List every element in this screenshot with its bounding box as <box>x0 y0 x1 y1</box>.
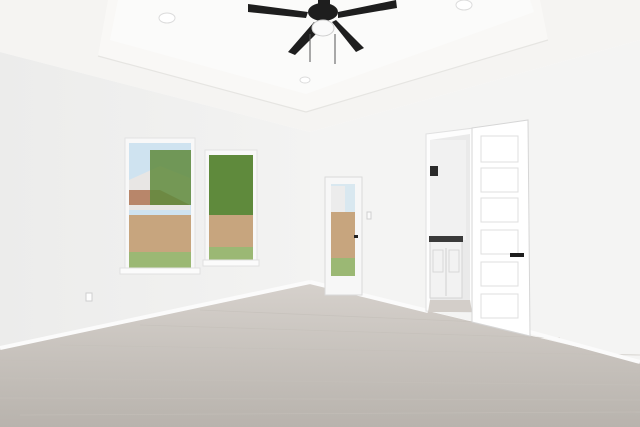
wall-outlet <box>85 292 93 302</box>
wall-sconce <box>430 166 438 176</box>
exterior-door <box>324 176 363 296</box>
door-handle <box>510 253 524 257</box>
panel-door <box>471 119 531 337</box>
recessed-light <box>455 0 473 11</box>
bathroom-doorway <box>425 127 475 313</box>
vanity-counter <box>429 236 463 242</box>
recessed-light <box>299 76 311 84</box>
room-photo <box>0 0 640 427</box>
recessed-light <box>158 12 176 24</box>
light-switch <box>366 211 372 220</box>
fan-light <box>311 19 335 37</box>
window-right <box>202 149 260 267</box>
window-left <box>119 137 201 275</box>
